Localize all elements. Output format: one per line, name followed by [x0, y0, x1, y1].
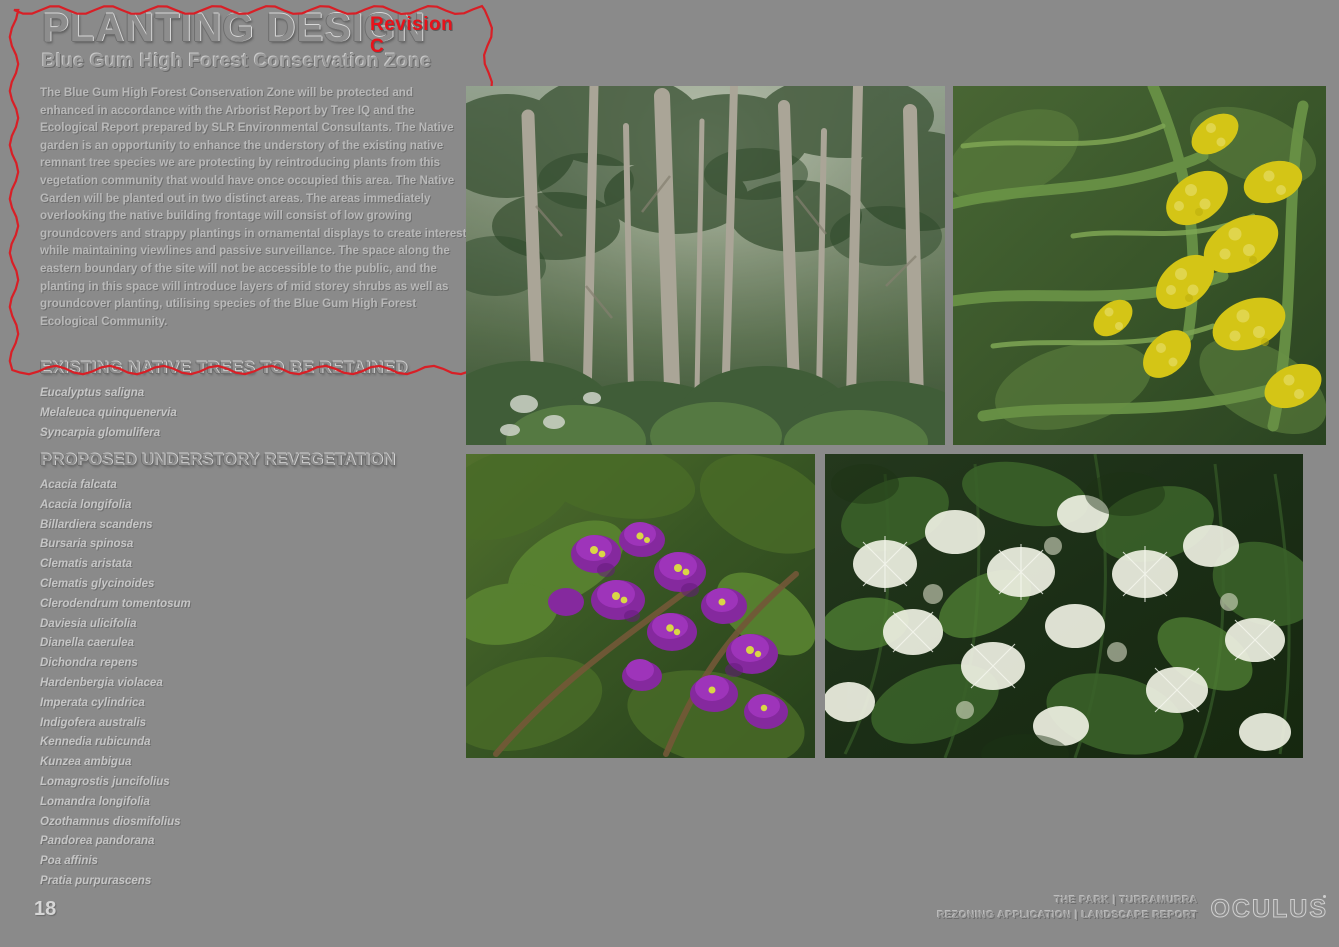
footer-line-2: REZONING APPLICATION | LANDSCAPE REPORT: [937, 910, 1198, 921]
photo-melaleuca: [825, 454, 1303, 758]
footer: THE PARK | TURRAMURRA REZONING APPLICATI…: [937, 893, 1330, 937]
photo-hardenbergia: [466, 454, 815, 758]
plant-name: Dichondra repens: [40, 657, 138, 670]
body-paragraph: The Blue Gum High Forest Conservation Zo…: [40, 86, 467, 328]
section-heading-retained: EXISTING NATIVE TREES TO BE RETAINED: [40, 358, 408, 377]
footer-project-lines: THE PARK | TURRAMURRA REZONING APPLICATI…: [937, 893, 1198, 923]
plant-list-revegetation: Acacia falcata Acacia longifolia Billardie…: [40, 476, 460, 892]
photo-grid: [466, 86, 1326, 758]
plant-name: Ozothamnus diosmifolius: [40, 815, 181, 828]
plant-name: Clerodendrum tomentosum: [40, 597, 191, 610]
plant-name: Syncarpia glomulifera: [40, 426, 161, 439]
plant-name: Billardiera scandens: [40, 518, 153, 531]
photo-acacia-image: [953, 86, 1326, 445]
photo-forest-image: [466, 86, 945, 445]
photo-hardenbergia-image: [466, 454, 815, 758]
plant-name: Daviesia ulicifolia: [40, 617, 137, 630]
plant-name: Imperata cylindrica: [40, 696, 145, 709]
page-canvas: PLANTING DESIGN Blue Gum High Forest Con…: [0, 0, 1339, 947]
plant-name: Pratia purpurascens: [40, 874, 152, 887]
plant-name: Melaleuca quinquenervia: [40, 406, 177, 419]
plant-name: Eucalyptus saligna: [40, 387, 145, 399]
plant-name: Clematis aristata: [40, 558, 133, 571]
footer-line-1: THE PARK | TURRAMURRA: [1054, 895, 1198, 906]
plant-name: Kennedia rubicunda: [40, 736, 151, 749]
left-text-column: PLANTING DESIGN Blue Gum High Forest Con…: [0, 0, 470, 947]
plant-name: Indigofera australis: [40, 716, 147, 729]
section-proposed-understory: PROPOSED UNDERSTORY REVEGETATION Acacia …: [40, 450, 460, 892]
plant-name: Lomandra longifolia: [40, 795, 150, 808]
plant-name: Poa affinis: [40, 855, 98, 868]
photo-melaleuca-image: [825, 454, 1303, 758]
page-number: 18: [34, 898, 57, 920]
section-heading-revegetation: PROPOSED UNDERSTORY REVEGETATION: [40, 450, 396, 469]
plant-name: Pandorea pandorana: [40, 835, 155, 848]
plant-name: Hardenbergia violacea: [40, 676, 163, 689]
plant-name: Dianella caerulea: [40, 637, 134, 650]
section-existing-native-trees: EXISTING NATIVE TREES TO BE RETAINED Euc…: [40, 358, 460, 443]
plant-name: Kunzea ambigua: [40, 756, 132, 769]
plant-name: Lomagrostis juncifolius: [40, 775, 170, 788]
revision-label: Revision C: [370, 14, 454, 57]
plant-name: Bursaria spinosa: [40, 538, 134, 551]
plant-name: Clematis glycinoides: [40, 577, 155, 590]
plant-name: Acacia falcata: [40, 479, 117, 491]
oculus-logo: OCULUS: [1210, 895, 1328, 924]
plant-name: Acacia longifolia: [40, 498, 132, 511]
photo-acacia: [953, 86, 1326, 445]
photo-forest: [466, 86, 945, 445]
oculus-logo-dot: [1323, 895, 1326, 898]
plant-list-retained: Eucalyptus saligna Melaleuca quinquenervi…: [40, 384, 460, 443]
